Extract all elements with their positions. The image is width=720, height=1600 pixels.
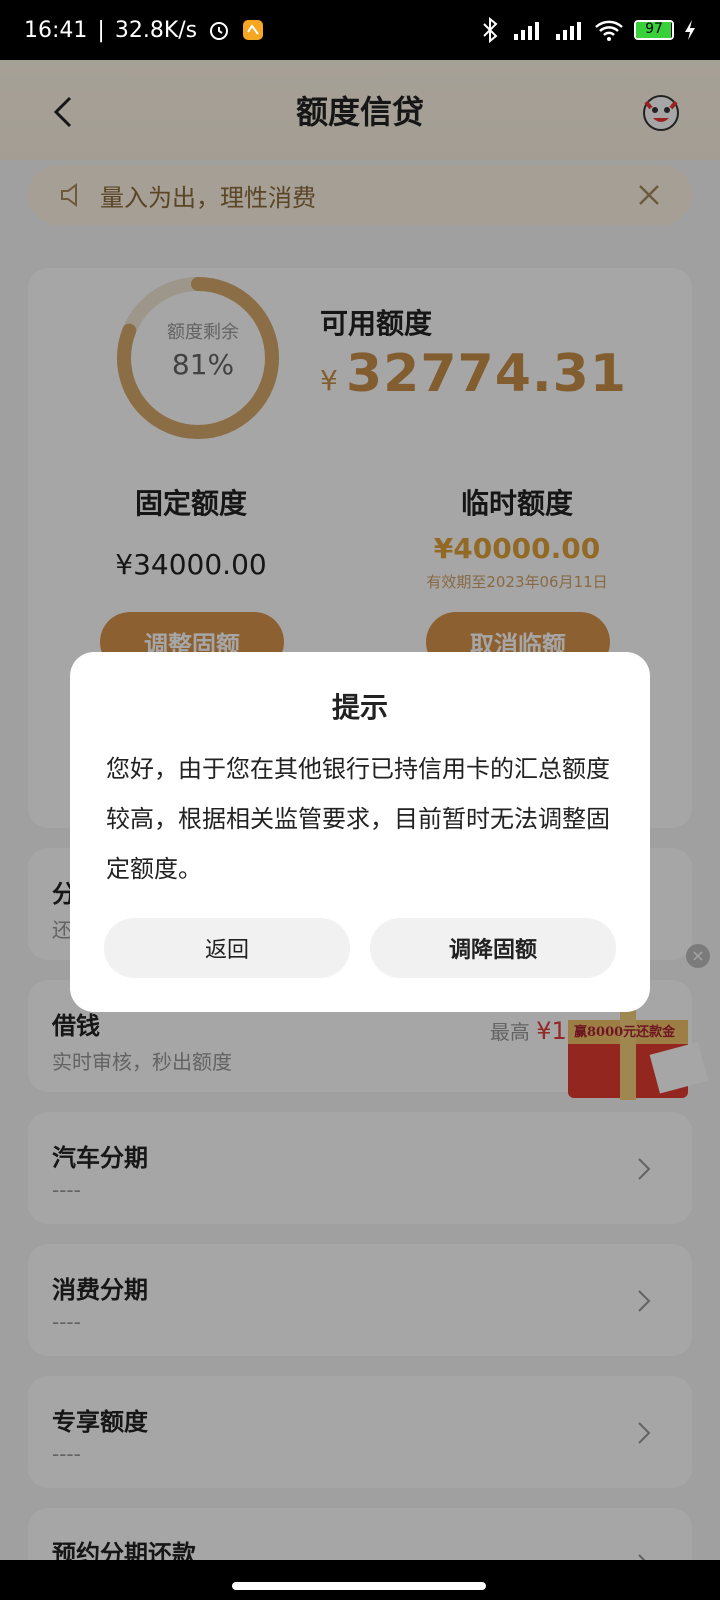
hd-signal-icon [556, 22, 581, 40]
hd-signal-icon [514, 22, 539, 40]
status-separator: | [97, 17, 105, 43]
app-notification-icon [243, 20, 264, 40]
alarm-icon [210, 22, 229, 40]
bluetooth-icon [483, 17, 498, 43]
status-bar: 16:41 | 32.8K/s 97 [0, 0, 720, 60]
nav-bar [0, 1560, 720, 1600]
status-time: 16:41 [24, 17, 88, 43]
battery-level: 97 [645, 21, 663, 37]
status-net-speed: 32.8K/s [114, 17, 198, 43]
wifi-icon [595, 20, 623, 41]
battery-icon: 97 [634, 20, 674, 40]
reduce-fixed-button[interactable]: 调降固额 [370, 918, 616, 978]
back-button[interactable]: 返回 [104, 918, 350, 978]
dialog-message: 您好，由于您在其他银行已持信用卡的汇总额度较高，根据相关监管要求，目前暂时无法调… [106, 755, 610, 883]
dialog-title: 提示 [331, 691, 388, 724]
charging-icon [685, 20, 695, 40]
home-indicator[interactable] [232, 1582, 486, 1590]
notice-dialog: 提示 您好，由于您在其他银行已持信用卡的汇总额度较高，根据相关监管要求，目前暂时… [70, 652, 650, 1012]
